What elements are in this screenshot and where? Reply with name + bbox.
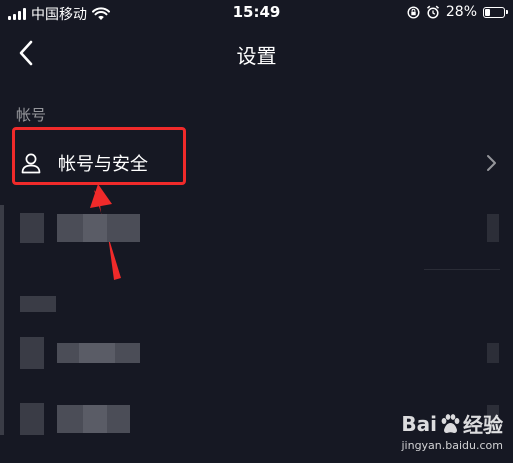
blurred-text	[57, 405, 83, 433]
blurred-chevron	[487, 405, 499, 433]
status-right: 28%	[407, 4, 508, 20]
rotation-lock-icon	[407, 5, 420, 19]
section-label-account: 帐号	[16, 106, 47, 124]
page-title: 设置	[236, 44, 277, 68]
battery-fill	[485, 8, 490, 16]
divider	[424, 269, 500, 270]
blurred-icon	[20, 337, 44, 369]
blurred-text	[83, 405, 107, 433]
blurred-text	[107, 214, 140, 242]
blurred-icon	[20, 403, 44, 435]
blurred-text	[57, 343, 79, 363]
blurred-chevron	[487, 214, 499, 242]
account-security-item[interactable]: 帐号与安全	[0, 134, 513, 190]
nav-bar: 设置	[0, 30, 513, 76]
blurred-item[interactable]	[0, 208, 513, 248]
blurred-text	[115, 343, 140, 363]
blurred-item[interactable]	[0, 399, 513, 439]
settings-screen: 中国移动 15:49 28% 设置 帐号 帐号与安全 Bai 经验 jingya…	[0, 0, 513, 463]
user-icon	[21, 153, 41, 174]
blurred-chevron	[487, 343, 499, 363]
battery-percent: 28%	[445, 4, 477, 20]
blurred-text	[57, 214, 83, 242]
blurred-text	[79, 343, 115, 363]
blurred-text	[107, 405, 130, 433]
blurred-section-label	[20, 296, 56, 312]
alarm-icon	[426, 5, 439, 19]
blurred-icon	[20, 213, 44, 243]
chevron-right-icon	[487, 155, 496, 171]
blurred-item[interactable]	[0, 333, 513, 373]
account-security-label: 帐号与安全	[58, 154, 148, 175]
watermark-url: jingyan.baidu.com	[401, 439, 503, 452]
blurred-text	[83, 214, 107, 242]
status-bar: 中国移动 15:49 28%	[0, 0, 513, 26]
battery-icon	[483, 6, 508, 18]
